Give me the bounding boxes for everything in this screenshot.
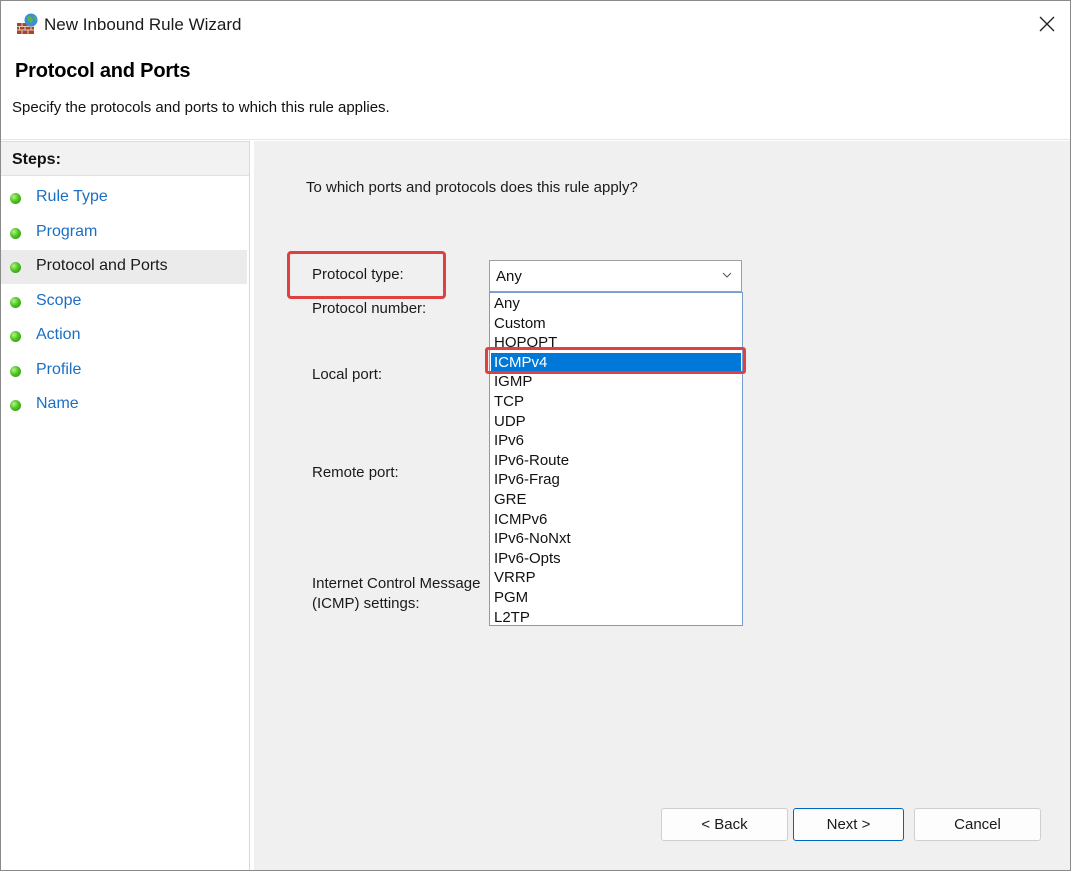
protocol-number-label: Protocol number: bbox=[312, 300, 427, 317]
question-text: To which ports and protocols does this r… bbox=[306, 179, 638, 196]
page-subtitle: Specify the protocols and ports to which… bbox=[12, 99, 390, 116]
option-udp[interactable]: UDP bbox=[491, 412, 741, 432]
steps-header: Steps: bbox=[1, 142, 249, 176]
option-ipv6-nonxt[interactable]: IPv6-NoNxt bbox=[491, 529, 741, 549]
back-button[interactable]: < Back bbox=[661, 808, 788, 841]
step-label: Name bbox=[36, 395, 79, 412]
chevron-down-icon bbox=[722, 272, 732, 278]
option-pgm[interactable]: PGM bbox=[491, 588, 741, 608]
icmpv4-annotation bbox=[485, 347, 746, 374]
protocol-type-value: Any bbox=[496, 268, 522, 285]
green-dot-icon bbox=[10, 400, 21, 411]
green-dot-icon bbox=[10, 331, 21, 342]
page-title: Protocol and Ports bbox=[15, 60, 191, 82]
step-label: Action bbox=[36, 326, 81, 343]
next-button[interactable]: Next > bbox=[793, 808, 904, 841]
step-label: Program bbox=[36, 223, 98, 240]
firewall-globe-icon bbox=[17, 13, 38, 34]
green-dot-icon bbox=[10, 366, 21, 377]
local-port-label: Local port: bbox=[312, 366, 383, 383]
header-divider bbox=[1, 139, 1070, 140]
close-button[interactable] bbox=[1024, 1, 1070, 47]
step-label: Profile bbox=[36, 361, 82, 378]
protocol-type-label: Protocol type: bbox=[312, 266, 404, 283]
step-name[interactable]: Name bbox=[1, 388, 247, 422]
step-label: Protocol and Ports bbox=[36, 257, 168, 274]
step-scope[interactable]: Scope bbox=[1, 285, 247, 319]
green-dot-icon bbox=[10, 262, 21, 273]
option-any[interactable]: Any bbox=[491, 294, 741, 314]
option-ipv6[interactable]: IPv6 bbox=[491, 431, 741, 451]
steps-heading: Steps: bbox=[12, 151, 61, 168]
option-ipv6-opts[interactable]: IPv6-Opts bbox=[491, 549, 741, 569]
option-icmpv6[interactable]: ICMPv6 bbox=[491, 510, 741, 530]
step-profile[interactable]: Profile bbox=[1, 354, 247, 388]
option-l2tp[interactable]: L2TP bbox=[491, 608, 741, 628]
cancel-button[interactable]: Cancel bbox=[914, 808, 1041, 841]
option-vrrp[interactable]: VRRP bbox=[491, 568, 741, 588]
green-dot-icon bbox=[10, 228, 21, 239]
option-igmp[interactable]: IGMP bbox=[491, 372, 741, 392]
content-pane: To which ports and protocols does this r… bbox=[254, 141, 1070, 870]
icmp-settings-label-line2: (ICMP) settings: bbox=[312, 595, 420, 612]
option-gre[interactable]: GRE bbox=[491, 490, 741, 510]
step-rule-type[interactable]: Rule Type bbox=[1, 181, 247, 215]
wizard-window: New Inbound Rule Wizard Protocol and Por… bbox=[0, 0, 1071, 871]
step-program[interactable]: Program bbox=[1, 216, 247, 250]
remote-port-label: Remote port: bbox=[312, 464, 399, 481]
step-label: Rule Type bbox=[36, 188, 108, 205]
step-label: Scope bbox=[36, 292, 82, 309]
step-action[interactable]: Action bbox=[1, 319, 247, 353]
close-icon bbox=[1039, 16, 1055, 32]
title-bar: New Inbound Rule Wizard bbox=[1, 1, 1070, 47]
window-title: New Inbound Rule Wizard bbox=[44, 15, 242, 34]
option-custom[interactable]: Custom bbox=[491, 314, 741, 334]
protocol-type-select[interactable]: Any bbox=[489, 260, 742, 292]
option-ipv6-route[interactable]: IPv6-Route bbox=[491, 451, 741, 471]
icmp-settings-label-line1: Internet Control Message bbox=[312, 575, 481, 592]
step-protocol-and-ports[interactable]: Protocol and Ports bbox=[1, 250, 247, 284]
protocol-type-dropdown[interactable]: Any Custom HOPOPT ICMPv4 IGMP TCP UDP IP… bbox=[489, 292, 743, 626]
steps-pane: Steps: Rule Type Program Protocol and Po… bbox=[1, 141, 250, 870]
option-ipv6-frag[interactable]: IPv6-Frag bbox=[491, 470, 741, 490]
green-dot-icon bbox=[10, 297, 21, 308]
green-dot-icon bbox=[10, 193, 21, 204]
option-tcp[interactable]: TCP bbox=[491, 392, 741, 412]
